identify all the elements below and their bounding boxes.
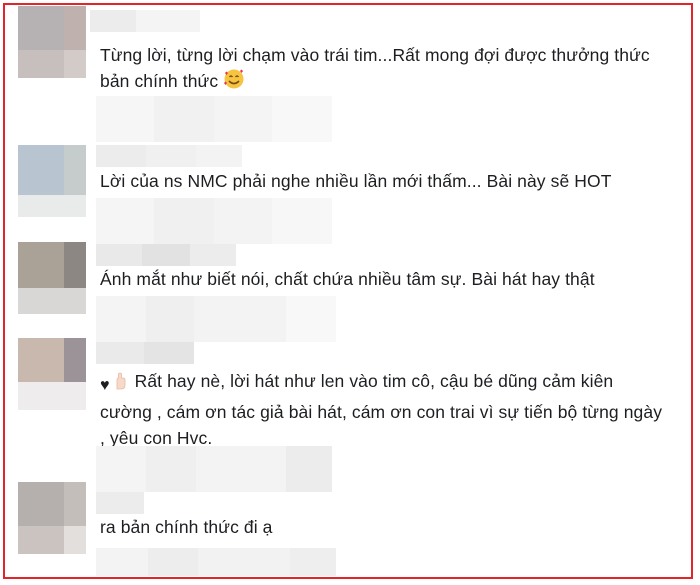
comment-body: Lời của ns NMC phải nghe nhiều lần mới t… bbox=[100, 171, 612, 191]
blurred-reactions[interactable] bbox=[96, 198, 332, 244]
smiling-face-with-hearts-icon bbox=[223, 68, 245, 97]
blurred-username[interactable] bbox=[96, 145, 242, 167]
comment-body: Rất hay nè, lời hát như len vào tim cô, … bbox=[100, 371, 663, 448]
comment-text: ♥ Rất hay nè, lời hát như len vào tim cô,… bbox=[100, 368, 670, 451]
comment-text: Lời của ns NMC phải nghe nhiều lần mới t… bbox=[100, 168, 660, 194]
blurred-reactions[interactable] bbox=[96, 446, 332, 492]
avatar[interactable] bbox=[18, 242, 86, 314]
comment-body: Từng lời, từng lời chạm vào trái tim...R… bbox=[100, 45, 650, 91]
black-heart-icon: ♥ bbox=[100, 377, 110, 394]
comment-text: ra bản chính thức đi ạ bbox=[100, 514, 660, 540]
avatar[interactable] bbox=[18, 482, 86, 554]
avatar[interactable] bbox=[18, 145, 86, 217]
blurred-username[interactable] bbox=[96, 342, 194, 364]
comment-body: ra bản chính thức đi ạ bbox=[100, 517, 273, 537]
blurred-reactions[interactable] bbox=[96, 548, 336, 576]
blurred-username[interactable] bbox=[90, 10, 200, 32]
avatar[interactable] bbox=[18, 338, 86, 410]
comment-text: Từng lời, từng lời chạm vào trái tim...R… bbox=[100, 42, 660, 97]
blurred-reactions[interactable] bbox=[96, 296, 336, 342]
blurred-username[interactable] bbox=[96, 244, 236, 266]
raised-hand-icon bbox=[113, 371, 129, 390]
blurred-reactions[interactable] bbox=[96, 96, 332, 142]
comment-body: Ánh mắt như biết nói, chất chứa nhiều tâ… bbox=[100, 269, 595, 289]
comment-text: Ánh mắt như biết nói, chất chứa nhiều tâ… bbox=[100, 266, 660, 292]
avatar[interactable] bbox=[18, 6, 86, 78]
blurred-username[interactable] bbox=[96, 492, 144, 514]
